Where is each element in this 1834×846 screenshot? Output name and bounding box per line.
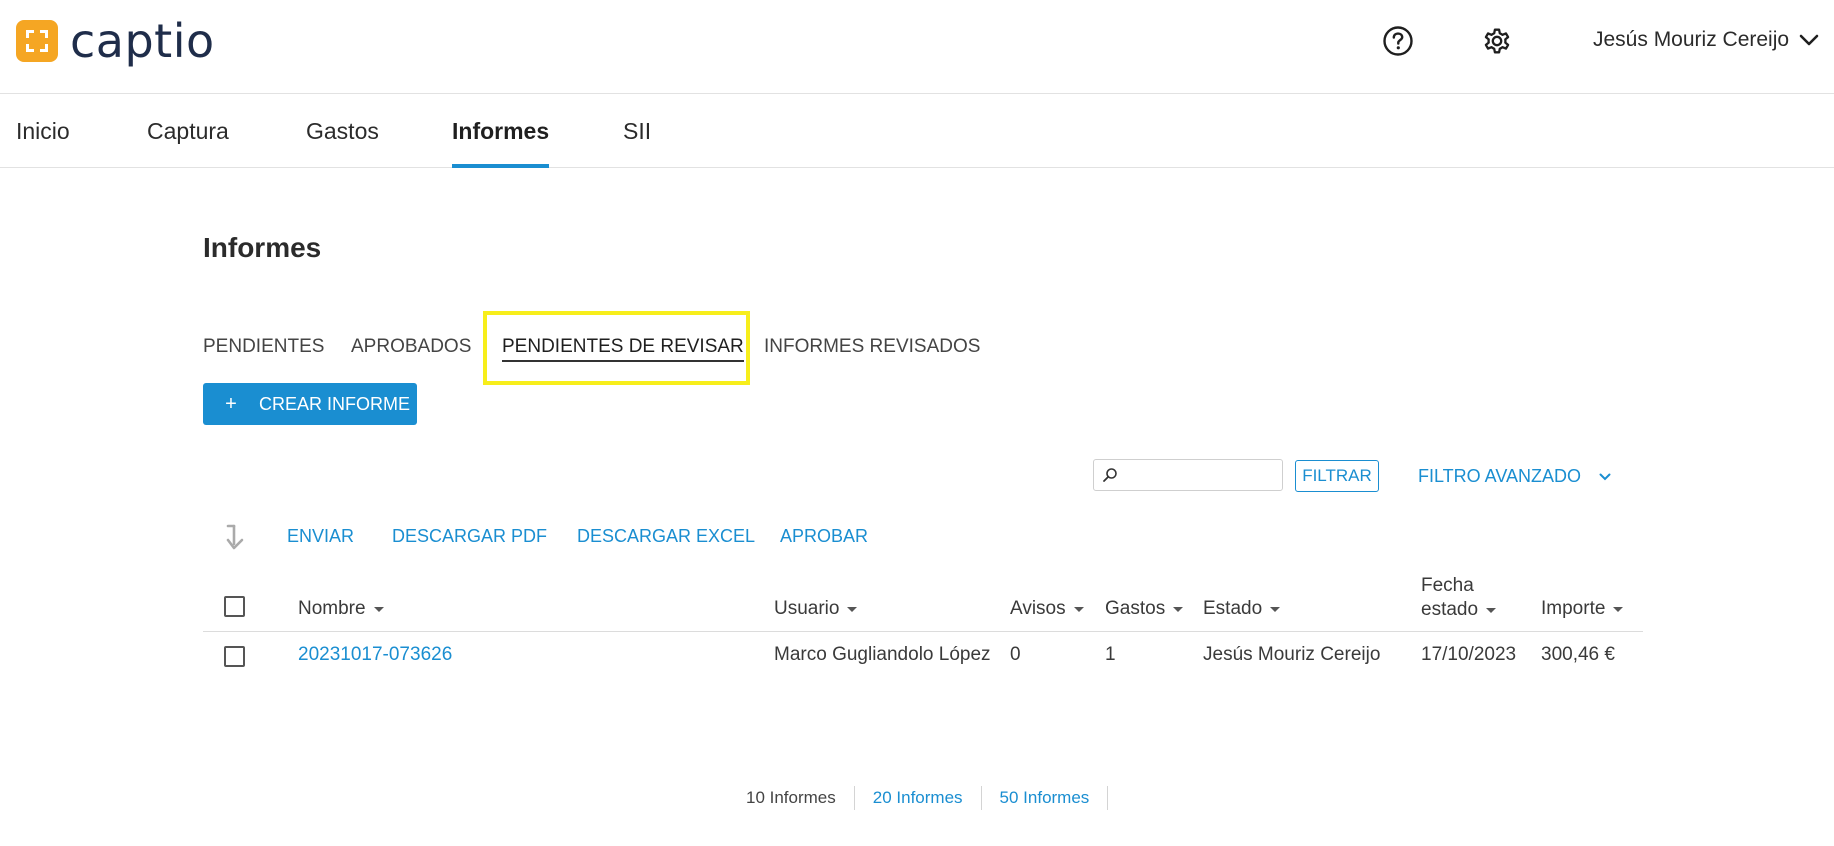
top-header: captio Jesús Mouriz Cereijo [0, 0, 1834, 94]
column-usuario-label: Usuario [774, 598, 840, 619]
bulk-actions: ENVIAR DESCARGAR PDF DESCARGAR EXCEL APR… [203, 522, 1103, 552]
sort-caret-icon [1613, 606, 1624, 612]
chevron-down-icon [1599, 473, 1611, 480]
send-button[interactable]: ENVIAR [287, 526, 354, 547]
cell-importe: 300,46 € [1541, 644, 1615, 665]
row-checkbox[interactable] [224, 646, 245, 667]
search-icon [1102, 467, 1118, 488]
tab-informes-revisados[interactable]: INFORMES REVISADOS [764, 336, 980, 358]
cell-fecha: 17/10/2023 [1421, 644, 1517, 665]
tab-pendientes-de-revisar[interactable]: PENDIENTES DE REVISAR [502, 336, 744, 362]
filter-button[interactable]: FILTRAR [1295, 460, 1379, 492]
column-avisos-label: Avisos [1010, 598, 1066, 619]
captio-logo-icon [16, 20, 58, 62]
select-all-checkbox[interactable] [224, 596, 245, 617]
page-title: Informes [203, 232, 322, 263]
column-fecha-label: Fecha [1421, 575, 1474, 596]
nav-item-captura[interactable]: Captura [147, 94, 229, 168]
page-size-10: 10 Informes [746, 786, 855, 810]
chevron-down-icon [1799, 34, 1819, 46]
nav-item-informes[interactable]: Informes [452, 94, 550, 168]
column-fecha-estado[interactable]: Fecha estado [1421, 574, 1497, 622]
sort-caret-icon [373, 606, 384, 612]
page-size-20[interactable]: 20 Informes [855, 786, 982, 810]
create-report-button[interactable]: + CREAR INFORME [203, 383, 417, 425]
column-importe[interactable]: Importe [1541, 598, 1624, 620]
column-estado[interactable]: Estado [1203, 598, 1281, 620]
page-size-selector: 10 Informes 20 Informes 50 Informes [746, 786, 1109, 810]
download-pdf-button[interactable]: DESCARGAR PDF [392, 526, 547, 547]
plus-icon: + [225, 392, 237, 415]
gear-icon[interactable] [1480, 24, 1514, 58]
cell-estado: Jesús Mouriz Cereijo [1203, 644, 1381, 665]
column-importe-label: Importe [1541, 598, 1606, 619]
column-nombre-label: Nombre [298, 598, 366, 619]
create-report-label: CREAR INFORME [259, 393, 411, 414]
tab-aprobados[interactable]: APROBADOS [351, 336, 471, 358]
user-name: Jesús Mouriz Cereijo [1593, 28, 1790, 51]
sort-caret-icon [1270, 606, 1281, 612]
download-excel-button[interactable]: DESCARGAR EXCEL [577, 526, 755, 547]
column-gastos-label: Gastos [1105, 598, 1166, 619]
column-avisos[interactable]: Avisos [1010, 598, 1084, 620]
cell-gastos: 1 [1105, 644, 1116, 665]
sort-caret-icon [1173, 606, 1184, 612]
captio-logo[interactable]: captio [16, 14, 215, 68]
sort-caret-icon [1073, 606, 1084, 612]
column-nombre[interactable]: Nombre [298, 598, 384, 620]
page-size-50[interactable]: 50 Informes [982, 786, 1109, 810]
help-icon[interactable] [1381, 24, 1415, 58]
sort-caret-icon [1486, 607, 1497, 613]
nav-item-inicio[interactable]: Inicio [16, 94, 70, 168]
nav-item-sii[interactable]: SII [623, 94, 651, 168]
logo-text: captio [70, 14, 215, 68]
reports-table: Nombre Usuario Avisos Gastos Estado Fech… [203, 570, 1643, 676]
advanced-filter-toggle[interactable]: FILTRO AVANZADO [1418, 466, 1611, 487]
table-row: 20231017-073626 Marco Gugliandolo López … [203, 632, 1643, 676]
advanced-filter-label: FILTRO AVANZADO [1418, 466, 1582, 486]
approve-button[interactable]: APROBAR [780, 526, 868, 547]
column-estado-sub-label: estado [1421, 599, 1479, 620]
column-gastos[interactable]: Gastos [1105, 598, 1184, 620]
search-input[interactable] [1124, 462, 1274, 488]
cell-avisos: 0 [1010, 644, 1021, 665]
nav-item-gastos[interactable]: Gastos [306, 94, 379, 168]
cell-usuario: Marco Gugliandolo López [774, 644, 991, 665]
tab-pendientes[interactable]: PENDIENTES [203, 336, 324, 358]
search-field[interactable] [1093, 459, 1283, 491]
select-arrow-icon [226, 524, 248, 557]
table-header: Nombre Usuario Avisos Gastos Estado Fech… [203, 570, 1643, 632]
column-usuario[interactable]: Usuario [774, 598, 858, 620]
report-name-link[interactable]: 20231017-073626 [298, 644, 452, 666]
main-nav: Inicio Captura Gastos Informes SII [0, 94, 1834, 168]
user-menu[interactable]: Jesús Mouriz Cereijo [1593, 28, 1819, 52]
column-estado-label: Estado [1203, 598, 1263, 619]
sort-caret-icon [847, 606, 858, 612]
